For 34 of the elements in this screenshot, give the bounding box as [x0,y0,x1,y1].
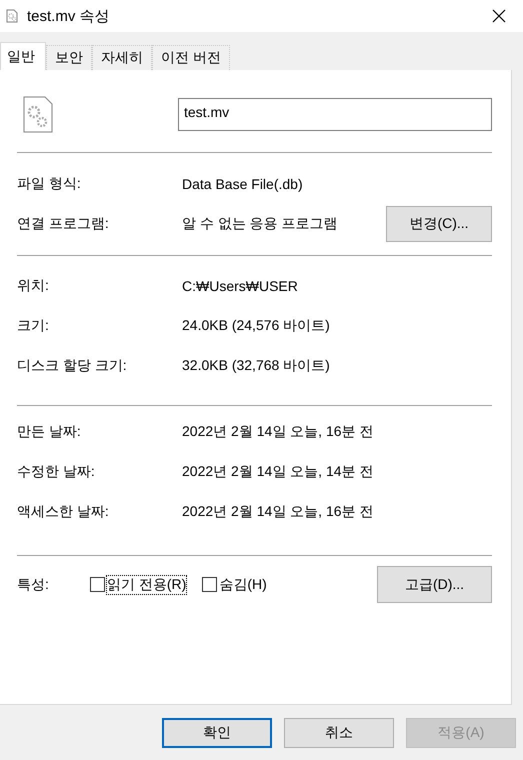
tab[interactable]: 이전 버전 [152,45,230,70]
field-label: 파일 형식: [17,175,82,193]
window-title: test.mv 속성 [27,6,110,26]
field-label: 특성: [17,576,50,594]
dialog-button[interactable]: 확인 [162,718,272,748]
checkbox-label[interactable]: 숨김(H) [219,576,267,594]
close-icon[interactable] [492,9,506,23]
advanced-button[interactable]: 고급(D)... [377,566,492,603]
field-label: 디스크 할당 크기: [17,357,128,375]
tab[interactable]: 자세히 [92,45,152,70]
field-value: 32.0KB (32,768 바이트) [182,357,330,375]
tab[interactable]: 보안 [46,45,92,70]
field-label: 위치: [17,277,50,295]
checkbox[interactable] [202,577,218,592]
dialog-button[interactable]: 취소 [284,718,394,748]
file-icon [6,8,19,24]
field-label: 수정한 날짜: [17,463,96,481]
checkbox[interactable] [90,577,105,592]
field-value: 알 수 없는 응용 프로그램 [182,215,338,233]
change-button[interactable]: 변경(C)... [386,206,492,242]
field-value: 24.0KB (24,576 바이트) [182,317,330,335]
field-label: 액세스한 날짜: [17,503,110,521]
field-label: 연결 프로그램: [17,215,110,233]
field-label: 크기: [17,317,50,335]
file-icon [23,96,53,132]
name-field[interactable]: test.mv [178,98,492,130]
tab[interactable]: 일반 [0,42,46,70]
checkbox-label[interactable]: 읽기 전용(R) [107,576,186,594]
field-value: 2022년 2월 14일 오늘, 16분 전 [182,503,374,521]
field-value: 2022년 2월 14일 오늘, 14분 전 [182,463,374,481]
field-value: Data Base File(.db) [182,176,303,192]
field-value: C:₩Users₩USER [182,278,298,294]
field-label: 만든 날짜: [17,423,82,441]
field-value: 2022년 2월 14일 오늘, 16분 전 [182,423,374,441]
